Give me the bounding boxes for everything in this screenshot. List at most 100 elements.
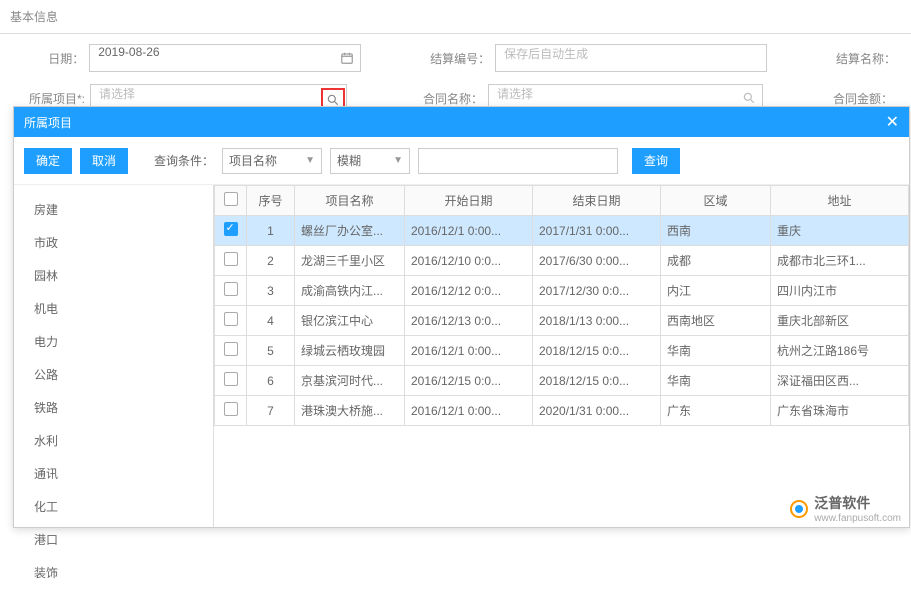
- sidebar-item[interactable]: 化工: [14, 490, 213, 523]
- match-select[interactable]: 模糊 ▼: [330, 148, 410, 174]
- cell-idx: 4: [247, 306, 295, 336]
- cell-name: 京基滨河时代...: [295, 366, 405, 396]
- cancel-button[interactable]: 取消: [80, 148, 128, 174]
- field-select-value: 项目名称: [229, 152, 277, 169]
- project-picker-modal: 所属项目 ✕ 确定 取消 查询条件： 项目名称 ▼ 模糊 ▼ 查询 房建市政园林…: [13, 106, 910, 528]
- cell-end: 2018/12/15 0:0...: [533, 366, 661, 396]
- table-row[interactable]: 3成渝高铁内江...2016/12/12 0:0...2017/12/30 0:…: [215, 276, 909, 306]
- sidebar-item[interactable]: 水利: [14, 424, 213, 457]
- cell-addr: 深证福田区西...: [771, 366, 909, 396]
- date-value: 2019-08-26: [98, 45, 159, 59]
- checkbox-icon[interactable]: [224, 192, 238, 206]
- select-all-header[interactable]: [215, 186, 247, 216]
- cell-start: 2016/12/12 0:0...: [405, 276, 533, 306]
- cell-name: 绿城云栖玫瑰园: [295, 336, 405, 366]
- cell-region: 西南: [661, 216, 771, 246]
- field-select[interactable]: 项目名称 ▼: [222, 148, 322, 174]
- sidebar-item[interactable]: 铁路: [14, 391, 213, 424]
- row-checkbox[interactable]: [224, 252, 238, 266]
- chevron-down-icon: ▼: [393, 155, 403, 166]
- row-checkbox[interactable]: [224, 222, 238, 236]
- cell-addr: 四川内江市: [771, 276, 909, 306]
- row-checkbox[interactable]: [224, 372, 238, 386]
- contract-name-placeholder: 请选择: [497, 87, 533, 101]
- settle-name-label: 结算名称：: [767, 50, 896, 67]
- project-placeholder: 请选择: [99, 87, 135, 101]
- cell-idx: 2: [247, 246, 295, 276]
- cell-idx: 3: [247, 276, 295, 306]
- cell-idx: 7: [247, 396, 295, 426]
- row-checkbox[interactable]: [224, 342, 238, 356]
- cell-region: 华南: [661, 366, 771, 396]
- cell-region: 广东: [661, 396, 771, 426]
- cell-idx: 5: [247, 336, 295, 366]
- cell-start: 2016/12/1 0:00...: [405, 336, 533, 366]
- modal-header: 所属项目 ✕: [14, 107, 909, 137]
- calendar-icon[interactable]: [340, 51, 354, 68]
- row-checkbox[interactable]: [224, 402, 238, 416]
- cell-start: 2016/12/13 0:0...: [405, 306, 533, 336]
- cell-name: 银亿滨江中心: [295, 306, 405, 336]
- query-button[interactable]: 查询: [632, 148, 680, 174]
- match-select-value: 模糊: [337, 152, 361, 169]
- cell-idx: 1: [247, 216, 295, 246]
- cell-end: 2017/1/31 0:00...: [533, 216, 661, 246]
- settle-no-input[interactable]: 保存后自动生成: [495, 44, 767, 72]
- table-row[interactable]: 5绿城云栖玫瑰园2016/12/1 0:00...2018/12/15 0:0.…: [215, 336, 909, 366]
- date-input[interactable]: 2019-08-26: [89, 44, 361, 72]
- category-sidebar: 房建市政园林机电电力公路铁路水利通讯化工港口装饰: [14, 185, 214, 527]
- table-row[interactable]: 4银亿滨江中心2016/12/13 0:0...2018/1/13 0:00..…: [215, 306, 909, 336]
- cell-end: 2017/12/30 0:0...: [533, 276, 661, 306]
- cell-name: 成渝高铁内江...: [295, 276, 405, 306]
- settle-no-placeholder: 保存后自动生成: [504, 47, 588, 61]
- cell-name: 港珠澳大桥施...: [295, 396, 405, 426]
- modal-title: 所属项目: [24, 114, 72, 131]
- cell-idx: 6: [247, 366, 295, 396]
- sidebar-item[interactable]: 港口: [14, 523, 213, 556]
- table-row[interactable]: 1螺丝厂办公室...2016/12/1 0:00...2017/1/31 0:0…: [215, 216, 909, 246]
- query-cond-label: 查询条件：: [154, 152, 214, 169]
- row-checkbox[interactable]: [224, 282, 238, 296]
- col-start: 开始日期: [405, 186, 533, 216]
- cell-region: 西南地区: [661, 306, 771, 336]
- col-idx: 序号: [247, 186, 295, 216]
- sidebar-item[interactable]: 装饰: [14, 556, 213, 589]
- cell-addr: 杭州之江路186号: [771, 336, 909, 366]
- col-name: 项目名称: [295, 186, 405, 216]
- chevron-down-icon: ▼: [305, 155, 315, 166]
- sidebar-item[interactable]: 机电: [14, 292, 213, 325]
- sidebar-item[interactable]: 电力: [14, 325, 213, 358]
- cell-end: 2017/6/30 0:00...: [533, 246, 661, 276]
- cell-region: 成都: [661, 246, 771, 276]
- section-header: 基本信息: [0, 0, 911, 34]
- sidebar-item[interactable]: 园林: [14, 259, 213, 292]
- settle-no-label: 结算编号：: [361, 50, 490, 67]
- query-input[interactable]: [418, 148, 618, 174]
- sidebar-item[interactable]: 通讯: [14, 457, 213, 490]
- contract-name-label: 合同名称：: [371, 90, 483, 107]
- close-icon[interactable]: ✕: [886, 112, 899, 132]
- col-region: 区域: [661, 186, 771, 216]
- col-end: 结束日期: [533, 186, 661, 216]
- table-row[interactable]: 2龙湖三千里小区2016/12/10 0:0...2017/6/30 0:00.…: [215, 246, 909, 276]
- cell-end: 2018/12/15 0:0...: [533, 336, 661, 366]
- cell-addr: 成都市北三环1...: [771, 246, 909, 276]
- cell-start: 2016/12/1 0:00...: [405, 396, 533, 426]
- cell-region: 内江: [661, 276, 771, 306]
- cell-end: 2018/1/13 0:00...: [533, 306, 661, 336]
- table-row[interactable]: 7港珠澳大桥施...2016/12/1 0:00...2020/1/31 0:0…: [215, 396, 909, 426]
- sidebar-item[interactable]: 房建: [14, 193, 213, 226]
- cell-start: 2016/12/10 0:0...: [405, 246, 533, 276]
- modal-toolbar: 确定 取消 查询条件： 项目名称 ▼ 模糊 ▼ 查询: [14, 137, 909, 185]
- sidebar-item[interactable]: 公路: [14, 358, 213, 391]
- row-checkbox[interactable]: [224, 312, 238, 326]
- cell-start: 2016/12/1 0:00...: [405, 216, 533, 246]
- project-grid: 序号 项目名称 开始日期 结束日期 区域 地址 1螺丝厂办公室...2016/1…: [214, 185, 909, 527]
- sidebar-item[interactable]: 市政: [14, 226, 213, 259]
- contract-amount-label: 合同金额：: [763, 90, 893, 107]
- grid-header-row: 序号 项目名称 开始日期 结束日期 区域 地址: [215, 186, 909, 216]
- confirm-button[interactable]: 确定: [24, 148, 72, 174]
- table-row[interactable]: 6京基滨河时代...2016/12/15 0:0...2018/12/15 0:…: [215, 366, 909, 396]
- cell-name: 螺丝厂办公室...: [295, 216, 405, 246]
- cell-region: 华南: [661, 336, 771, 366]
